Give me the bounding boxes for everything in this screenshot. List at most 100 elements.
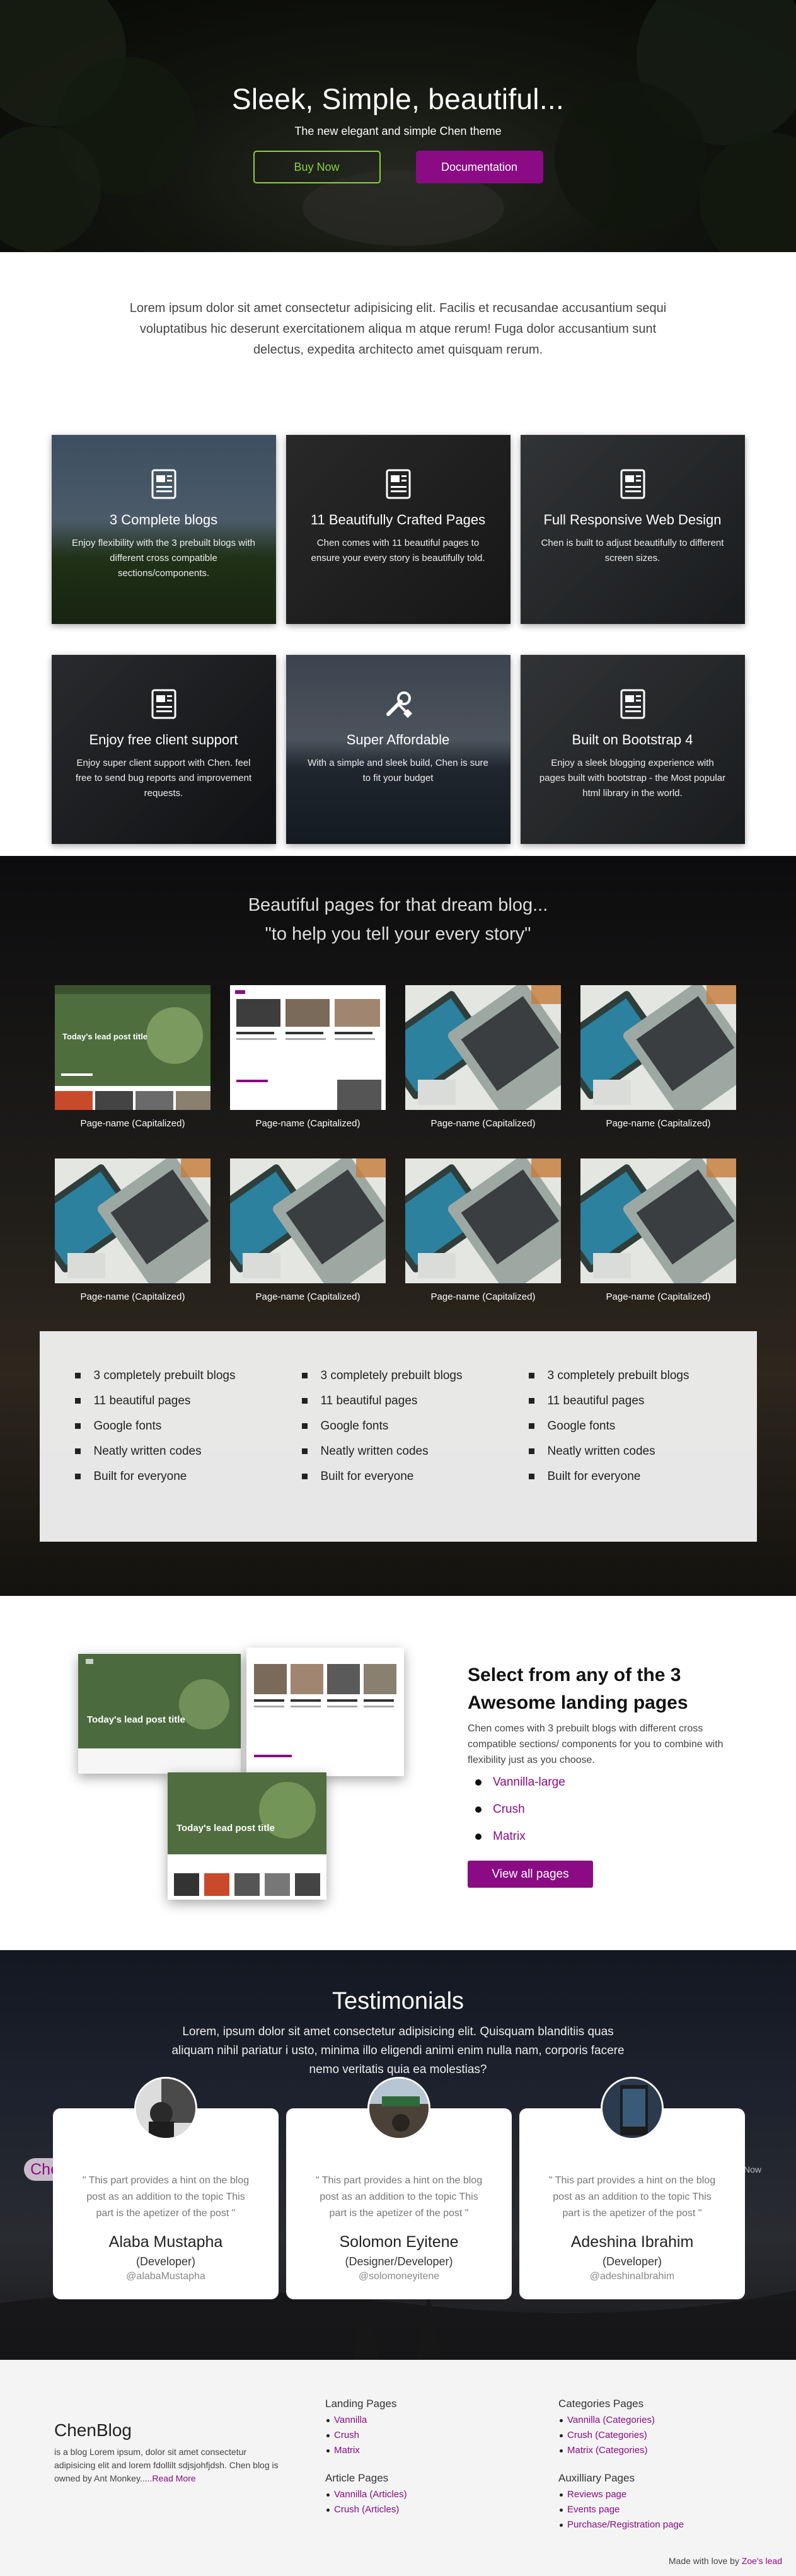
document-icon — [616, 468, 649, 500]
pages-section: Beautiful pages for that dream blog... "… — [0, 856, 796, 1596]
feature-title: 11 Beautifully Crafted Pages — [310, 512, 486, 528]
hero-section: Sleek, Simple, beautiful... The new eleg… — [0, 0, 796, 252]
landing-mockup-crush — [246, 1648, 404, 1776]
testimonial-role: (Developer) — [136, 2255, 196, 2268]
hero-title: Sleek, Simple, beautiful... — [231, 83, 565, 115]
footer-landing-link[interactable]: Crush — [325, 2428, 514, 2443]
testimonial-name: Adeshina Ibrahim — [570, 2233, 694, 2251]
page-thumbnail-image: Today's lead post title — [55, 985, 211, 1110]
select-description: Chen comes with 3 prebuilt blogs with di… — [468, 1723, 724, 1765]
page-thumbnail[interactable]: Today's lead post title Page-name (Capita… — [55, 985, 211, 1129]
document-icon — [147, 468, 180, 500]
testimonial-handle: @alabaMustapha — [126, 2271, 205, 2282]
footer-credit: Made with love by — [668, 2556, 739, 2566]
feature-list-item: Google fonts — [301, 1419, 529, 1445]
page-thumbnail-image — [405, 985, 561, 1110]
feature-list-item: Built for everyone — [528, 1470, 756, 1495]
feature-card: Enjoy free client support Enjoy super cli… — [51, 655, 276, 844]
footer-auxiliary-link[interactable]: Events page — [558, 2502, 747, 2517]
feature-list-item: Neatly written codes — [74, 1445, 302, 1470]
footer-categories-link[interactable]: Crush (Categories) — [558, 2428, 747, 2443]
page-thumbnail-image — [230, 1158, 386, 1283]
feature-list: 3 completely prebuilt blogs 11 beautiful … — [528, 1369, 756, 1542]
footer-auxiliary-pages: Auxilliary Pages Reviews page Events page… — [558, 2472, 747, 2533]
feature-list-item: 11 beautiful pages — [528, 1394, 756, 1419]
intro-section: Lorem ipsum dolor sit amet consectetur a… — [0, 252, 796, 410]
feature-title: Super Affordable — [346, 732, 450, 748]
mockup-lead-title: Today's lead post title — [176, 1823, 275, 1834]
landing-mockup-matrix: Today's lead post title — [168, 1772, 326, 1900]
feature-list-item: Google fonts — [74, 1419, 302, 1445]
landing-option-link[interactable]: Matrix — [468, 1830, 745, 1857]
footer-landing-pages: Landing Pages Vannilla Crush Matrix — [325, 2398, 514, 2458]
select-section: Today's lead post title Today's lead pos… — [0, 1596, 796, 1950]
hero-subtitle: The new elegant and simple Chen theme — [294, 125, 502, 137]
testimonial-card: " This part provides a hint on the blog … — [53, 2077, 279, 2299]
testimonial-role: (Developer) — [602, 2255, 662, 2268]
feature-text: Enjoy a sleek blogging experience with p… — [539, 758, 726, 799]
footer-credit-link[interactable]: Zoe's lead — [742, 2556, 782, 2566]
page-thumbnail[interactable]: Page-name (Capitalized) — [580, 985, 736, 1129]
footer-auxiliary-link[interactable]: Reviews page — [558, 2487, 747, 2502]
page-thumbnail[interactable]: Page-name (Capitalized) — [405, 1158, 561, 1302]
testimonial-name: Alaba Mustapha — [108, 2233, 223, 2251]
testimonial-role: (Designer/Developer) — [345, 2255, 453, 2268]
feature-list-item: 3 completely prebuilt blogs — [301, 1369, 529, 1394]
feature-text: Enjoy flexibility with the 3 prebuilt bl… — [72, 538, 255, 579]
landing-mockup-vannilla: Today's lead post title — [78, 1654, 241, 1774]
feature-text: Chen comes with 11 beautiful pages to en… — [311, 538, 485, 563]
page-thumbnail-image — [580, 1158, 736, 1283]
page-thumbnail[interactable]: Page-name (Capitalized) — [230, 1158, 386, 1302]
page-thumbnail[interactable]: Page-name (Capitalized) — [405, 985, 561, 1129]
feature-list-item: 3 completely prebuilt blogs — [528, 1369, 756, 1394]
footer-landing-link[interactable]: Vannilla — [325, 2413, 514, 2428]
footer-auxiliary-link[interactable]: Purchase/Registration page — [558, 2517, 747, 2533]
footer-article-title: Article Pages — [325, 2472, 389, 2484]
feature-list-item: Built for everyone — [74, 1470, 302, 1495]
testimonial-card: " This part provides a hint on the blog … — [519, 2077, 745, 2299]
page-thumbnail-caption: Page-name (Capitalized) — [606, 1118, 711, 1129]
buy-now-button[interactable]: Buy Now — [253, 151, 381, 183]
testimonials-section: Testimonials Lorem, ipsum dolor sit amet… — [0, 1950, 796, 2360]
mockup-lead-title: Today's lead post title — [87, 1714, 185, 1725]
page-thumbnail-image — [230, 985, 386, 1110]
page-thumbnail-image — [55, 1158, 211, 1283]
page-thumbnail[interactable]: Page-name (Capitalized) — [230, 985, 386, 1129]
thumbnail-lead-title: Today's lead post title — [62, 1032, 148, 1041]
page-thumbnail[interactable]: Page-name (Capitalized) — [55, 1158, 211, 1302]
footer-landing-link[interactable]: Matrix — [325, 2443, 514, 2458]
footer-categories-link[interactable]: Matrix (Categories) — [558, 2443, 747, 2458]
footer-categories-link[interactable]: Vannilla (Categories) — [558, 2413, 747, 2428]
footer-categories-pages: Categories Pages Vannilla (Categories) Cr… — [558, 2398, 747, 2458]
footer-brand: ChenBlog — [54, 2420, 132, 2440]
footer-article-link[interactable]: Crush (Articles) — [325, 2502, 514, 2517]
testimonial-handle: @solomoneyitene — [358, 2271, 440, 2282]
landing-options: Vannilla-large Crush Matrix — [468, 1776, 745, 1857]
feature-card: Built on Bootstrap 4 Enjoy a sleek bloggi… — [520, 655, 745, 844]
feature-list-item: Google fonts — [528, 1419, 756, 1445]
feature-list-item: Built for everyone — [301, 1470, 529, 1495]
feature-list-item: Neatly written codes — [528, 1445, 756, 1470]
landing-option-link[interactable]: Vannilla-large — [468, 1776, 745, 1803]
view-all-pages-button[interactable]: View all pages — [468, 1861, 593, 1888]
page-thumbnail-caption: Page-name (Capitalized) — [430, 1118, 536, 1129]
testimonial-card: " This part provides a hint on the blog … — [286, 2077, 512, 2299]
document-icon — [147, 688, 180, 720]
footer-article-pages: Article Pages Vannilla (Articles) Crush (… — [325, 2472, 514, 2517]
feature-card: Full Responsive Web Design Chen is built … — [520, 435, 745, 624]
avatar — [367, 2077, 430, 2140]
page-thumbnail-caption: Page-name (Capitalized) — [80, 1118, 185, 1129]
documentation-button[interactable]: Documentation — [415, 151, 543, 183]
testimonial-quote: " This part provides a hint on the blog … — [548, 2175, 716, 2219]
page-thumbnail[interactable]: Page-name (Capitalized) — [580, 1158, 736, 1302]
testimonial-handle: @adeshinaIbrahim — [589, 2271, 675, 2282]
avatar — [134, 2077, 197, 2140]
footer-categories-title: Categories Pages — [558, 2398, 644, 2410]
read-more-link[interactable]: Read More — [152, 2473, 195, 2483]
page-thumbnail-caption: Page-name (Capitalized) — [430, 1291, 536, 1302]
feature-title: 3 Complete blogs — [109, 512, 218, 528]
feature-text: Chen is built to adjust beautifully to d… — [541, 538, 724, 563]
footer-article-link[interactable]: Vannilla (Articles) — [325, 2487, 514, 2502]
landing-option-link[interactable]: Crush — [468, 1803, 745, 1830]
avatar — [601, 2077, 664, 2140]
